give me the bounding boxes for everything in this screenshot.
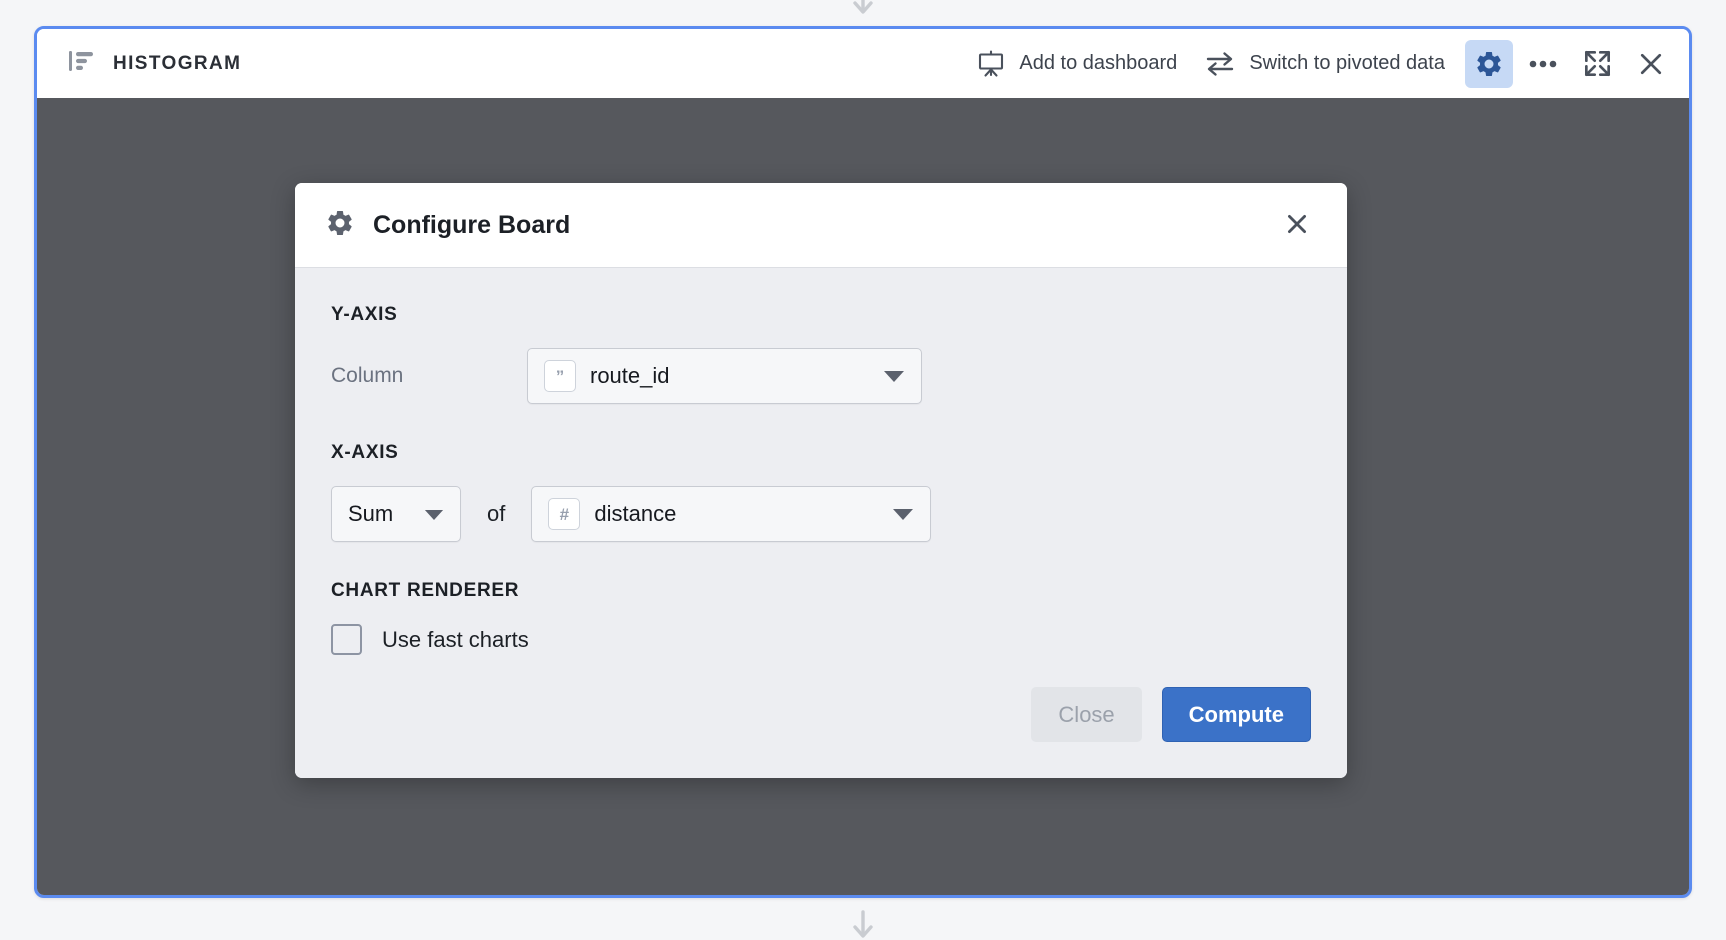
close-icon: [1637, 50, 1665, 78]
use-fast-charts-checkbox[interactable]: [331, 624, 362, 655]
x-axis-row: Sum of # distance: [331, 486, 1311, 542]
add-to-dashboard-button[interactable]: Add to dashboard: [963, 40, 1191, 88]
configure-board-modal: Configure Board Y-AXIS Column ” route_id…: [295, 183, 1347, 778]
modal-body: Y-AXIS Column ” route_id X-AXIS Sum of #…: [295, 268, 1347, 655]
expand-button[interactable]: [1573, 40, 1621, 88]
chart-area-backdrop: Configure Board Y-AXIS Column ” route_id…: [37, 98, 1689, 895]
y-axis-column-select[interactable]: ” route_id: [527, 348, 922, 404]
y-axis-column-label: Column: [331, 364, 404, 387]
drop-indicator-top: [0, 0, 1726, 18]
add-to-dashboard-label: Add to dashboard: [1019, 52, 1178, 74]
y-axis-column-row: Column ” route_id: [331, 348, 1311, 404]
modal-header: Configure Board: [295, 183, 1347, 268]
histogram-icon: [67, 47, 95, 80]
y-axis-column-value: route_id: [590, 363, 670, 388]
modal-title: Configure Board: [373, 210, 571, 239]
switch-to-pivoted-data-button[interactable]: Switch to pivoted data: [1191, 40, 1459, 88]
header-actions: Add to dashboard Switch to pivoted data: [963, 39, 1675, 88]
number-type-icon: #: [548, 498, 581, 530]
page-root: HISTOGRAM Add to dashboard Switch to piv…: [0, 0, 1726, 940]
more-options-button[interactable]: [1519, 40, 1567, 88]
configure-gear-button[interactable]: [1465, 39, 1513, 88]
histogram-panel: HISTOGRAM Add to dashboard Switch to piv…: [34, 26, 1692, 898]
modal-close-button[interactable]: [1277, 205, 1317, 245]
page-title: HISTOGRAM: [113, 52, 242, 74]
arrow-down-icon: [850, 909, 876, 940]
close-button[interactable]: Close: [1031, 687, 1142, 742]
drop-indicator-bottom: [0, 904, 1726, 940]
y-axis-heading: Y-AXIS: [331, 304, 398, 325]
panel-title-group: HISTOGRAM: [67, 47, 241, 80]
chevron-down-icon: [869, 369, 905, 383]
modal-footer: Close Compute: [295, 665, 1347, 778]
x-axis-column-select[interactable]: # distance: [531, 486, 932, 542]
string-type-icon: ”: [544, 360, 576, 392]
x-axis-aggregate-select[interactable]: Sum: [331, 486, 461, 542]
expand-icon: [1583, 49, 1612, 78]
chevron-down-icon: [878, 507, 914, 521]
compute-button[interactable]: Compute: [1161, 687, 1311, 742]
x-axis-heading: X-AXIS: [331, 442, 399, 463]
switch-to-pivoted-data-label: Switch to pivoted data: [1249, 52, 1445, 74]
chevron-down-icon: [410, 508, 444, 521]
arrow-down-icon: [850, 0, 876, 18]
dashboard-icon: [977, 49, 1005, 78]
use-fast-charts-label[interactable]: Use fast charts: [382, 627, 529, 653]
chart-renderer-heading: CHART RENDERER: [331, 580, 520, 601]
gear-icon: [325, 208, 355, 243]
swap-arrows-icon: [1205, 50, 1235, 78]
gear-icon: [1474, 49, 1504, 79]
use-fast-charts-row: Use fast charts: [331, 624, 1311, 655]
panel-header: HISTOGRAM Add to dashboard Switch to piv…: [37, 29, 1689, 98]
x-axis-of-label: of: [487, 501, 506, 526]
close-icon: [1284, 211, 1310, 240]
x-axis-aggregate-value: Sum: [348, 501, 394, 526]
close-panel-button[interactable]: [1627, 40, 1675, 88]
modal-title-group: Configure Board: [325, 208, 570, 243]
more-options-icon: [1528, 59, 1558, 69]
x-axis-column-value: distance: [594, 501, 677, 526]
